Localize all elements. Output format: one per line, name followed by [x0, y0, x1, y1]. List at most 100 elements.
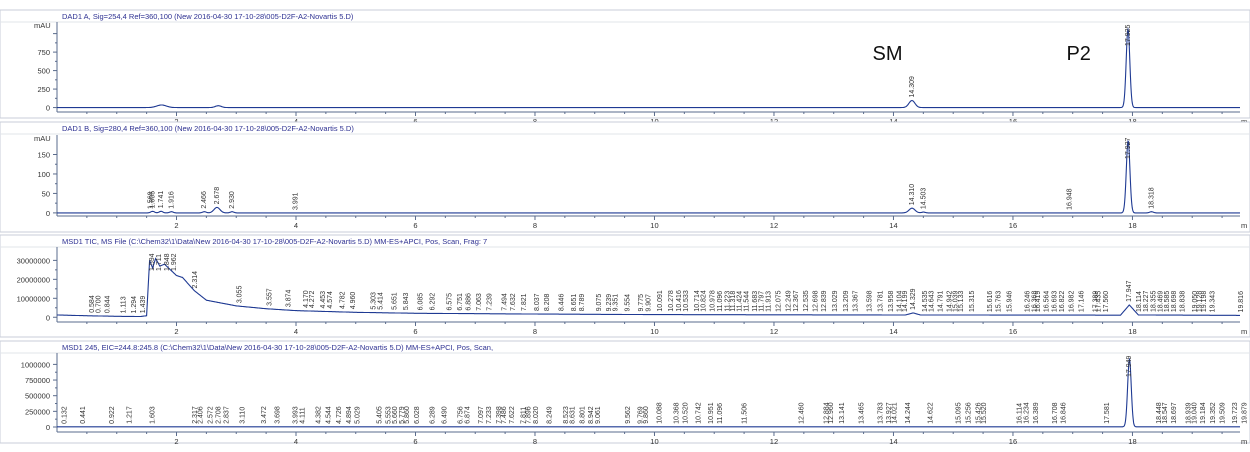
peak-rt-label: 11.506	[741, 403, 748, 424]
peak-rt-label: 14.021	[892, 402, 899, 424]
peak-rt-label: 18.697	[1171, 402, 1178, 424]
peak-rt-label: 12.839	[821, 290, 828, 312]
peak-rt-label: 2.837	[223, 406, 230, 424]
peak-rt-label: 19.198	[1201, 291, 1208, 313]
x-tick-label: 10	[650, 327, 658, 336]
peak-rt-label: 16.693	[1051, 291, 1058, 313]
x-tick-label: 2	[174, 221, 178, 230]
panel-frame	[0, 340, 1250, 444]
peak-rt-label: 13.781	[877, 290, 884, 312]
x-tick-label: 18	[1128, 327, 1136, 336]
peak-rt-label: 19.343	[1210, 291, 1217, 313]
peak-rt-label: 13.141	[839, 402, 846, 424]
peak-rt-label: 15.946	[1007, 291, 1014, 313]
peak-rt-label: 12.698	[812, 290, 819, 312]
peak-rt-label: 16.246	[1025, 291, 1032, 313]
x-tick-label: 6	[413, 437, 417, 446]
peak-rt-label: 17.925	[1125, 25, 1132, 47]
x-tick-label: 18	[1128, 437, 1136, 446]
peak-rt-label: 1.962	[171, 253, 178, 271]
y-tick-label: 250000	[25, 407, 50, 416]
peak-rt-label: 4.111	[299, 407, 306, 424]
y-tick-label: 20000000	[17, 275, 50, 284]
peak-rt-label: 7.622	[509, 406, 516, 424]
peak-rt-label: 9.562	[625, 406, 632, 424]
peak-rt-label: 3.557	[266, 288, 273, 306]
peak-rt-label: 9.075	[596, 294, 603, 312]
peak-rt-label: 13.209	[843, 290, 850, 312]
peak-rt-label: 8.249	[547, 406, 554, 424]
peak-rt-label: 5.651	[391, 292, 398, 310]
panel-title: MSD1 245, EIC=244.8:245.8 (C:\Chem32\1\D…	[62, 343, 493, 352]
peak-rt-label: 0.922	[109, 406, 116, 424]
peak-rt-label: 7.486	[501, 406, 508, 424]
peak-rt-label: 17.927	[1125, 137, 1132, 159]
peak-annotation: P2	[1066, 43, 1090, 65]
peak-rt-label: 7.632	[510, 293, 517, 311]
panel-title: MSD1 TIC, MS File (C:\Chem32\1\Data\New …	[62, 237, 487, 246]
x-tick-label: 10	[650, 221, 658, 230]
peak-rt-label: 5.405	[377, 406, 384, 424]
peak-rt-label: 2.572	[208, 406, 215, 424]
peak-rt-label: 0.441	[80, 406, 87, 424]
peak-rt-label: 10.824	[701, 290, 708, 312]
peak-rt-label: 8.942	[588, 406, 595, 424]
peak-rt-label: 10.368	[673, 402, 680, 424]
x-tick-label: 16	[1009, 221, 1017, 230]
x-tick-label: 2	[174, 327, 178, 336]
peak-rt-label: 13.465	[858, 402, 865, 424]
y-tick-label: 500	[37, 67, 50, 76]
peak-rt-label: 16.234	[1024, 402, 1031, 424]
y-axis-label: mAU	[34, 134, 51, 143]
peak-rt-label: 10.533	[683, 290, 690, 312]
y-tick-label: 100	[37, 170, 50, 179]
peak-rt-label: 11.797	[759, 291, 766, 312]
peak-rt-label: 4.544	[325, 406, 332, 424]
peak-rt-label: 19.816	[1238, 291, 1245, 313]
peak-rt-label: 1.113	[120, 296, 127, 313]
peak-rt-label: 3.055	[236, 286, 243, 304]
peak-rt-label: 18.547	[1162, 402, 1169, 424]
peak-rt-label: 16.708	[1052, 402, 1059, 424]
panel-frame	[0, 9, 1250, 119]
peak-rt-label: 1.217	[127, 406, 134, 424]
peak-rt-label: 5.660	[392, 406, 399, 424]
peak-rt-label: 13.029	[832, 290, 839, 312]
peak-rt-label: 1.603	[150, 406, 157, 424]
peak-rt-label: 5.414	[377, 292, 384, 310]
peak-rt-label: 3.472	[261, 406, 268, 424]
y-tick-label: 0	[46, 313, 50, 322]
peak-rt-label: 12.460	[798, 402, 805, 424]
peak-rt-label: 14.643	[929, 291, 936, 313]
peak-rt-label: 14.622	[927, 402, 934, 424]
x-tick-label: 4	[294, 437, 298, 446]
peak-rt-label: 16.114	[1017, 403, 1024, 424]
peak-rt-label: 13.598	[866, 290, 873, 312]
y-tick-label: 750	[37, 48, 50, 57]
peak-rt-label: 8.631	[570, 406, 577, 424]
y-tick-label: 750000	[25, 376, 50, 385]
x-tick-label: 4	[294, 327, 298, 336]
peak-rt-label: 4.272	[309, 290, 316, 308]
peak-rt-label: 14.329	[910, 288, 917, 310]
peak-annotation: SM	[872, 43, 902, 65]
y-axis-label: mAU	[34, 21, 51, 30]
peak-rt-label: 15.616	[987, 291, 994, 313]
peak-rt-label: 19.184	[1200, 402, 1207, 424]
peak-rt-label: 5.860	[404, 406, 411, 424]
peak-rt-label: 18.838	[1179, 291, 1186, 313]
peak-rt-label: 7.097	[478, 406, 485, 424]
peak-rt-label: 12.960	[828, 402, 835, 424]
x-tick-label: 2	[174, 437, 178, 446]
peak-rt-label: 8.651	[571, 294, 578, 312]
peak-rt-label: 6.886	[465, 293, 472, 311]
peak-rt-label: 9.351	[613, 294, 620, 312]
peak-rt-label: 11.913	[766, 291, 773, 312]
x-tick-label: 16	[1009, 327, 1017, 336]
peak-rt-label: 16.389	[1033, 402, 1040, 424]
y-tick-label: 50	[42, 189, 50, 198]
peak-rt-label: 6.874	[465, 406, 472, 424]
chromatogram-panel-4: MSD1 245, EIC=244.8:245.8 (C:\Chem32\1\D…	[0, 340, 1250, 446]
peak-rt-label: 14.503	[920, 188, 927, 210]
peak-rt-label: 7.239	[486, 293, 493, 311]
